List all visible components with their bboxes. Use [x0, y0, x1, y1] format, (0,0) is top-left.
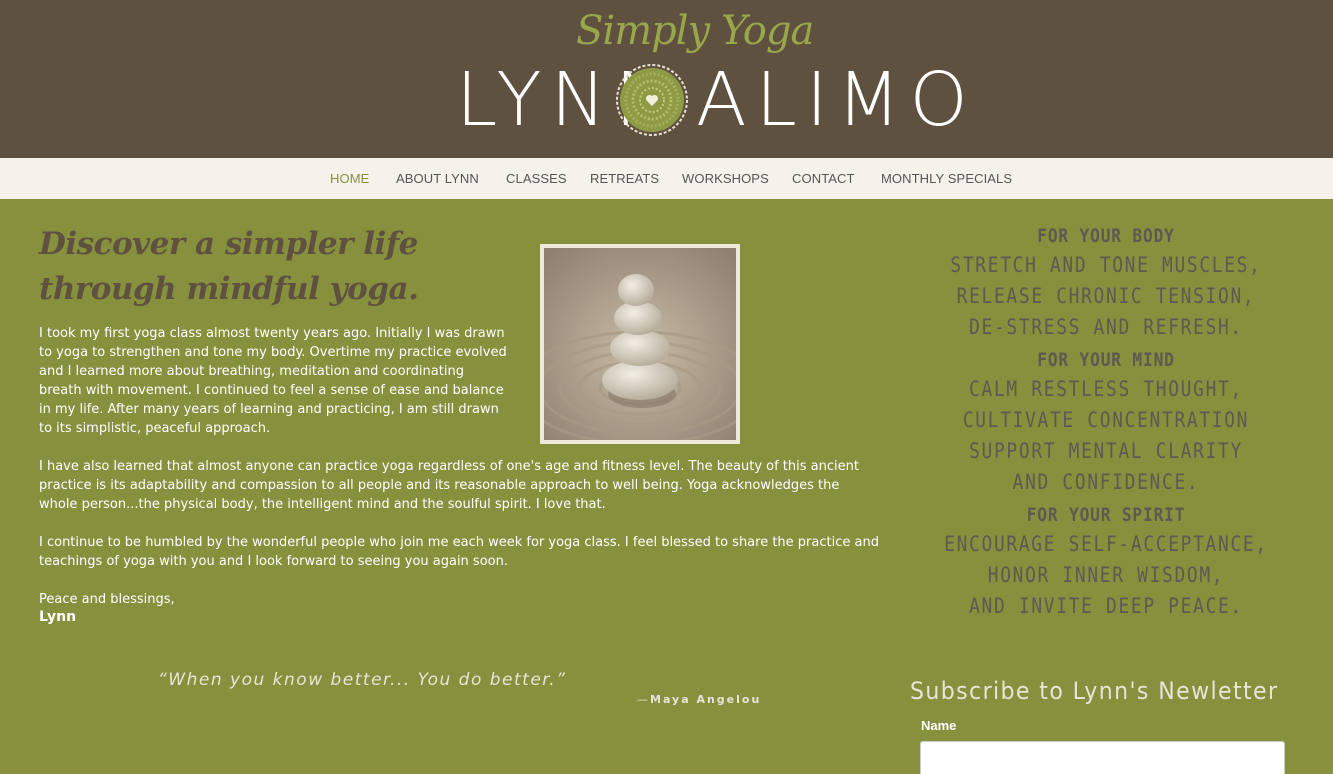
quote-dash: — — [637, 693, 650, 706]
featured-quote: “When you know better... You do better.” — [158, 670, 567, 690]
benefit-line: CULTIVATE CONCENTRATION — [962, 408, 1250, 432]
nav-monthly-specials[interactable]: MONTHLY SPECIALS — [881, 171, 1012, 186]
signature-name: Lynn — [39, 609, 77, 625]
nav-about-lynn[interactable]: ABOUT LYNN — [396, 171, 479, 186]
heart-mandala-icon[interactable] — [615, 63, 689, 137]
intro-paragraph-2: I have also learned that almost anyone c… — [39, 459, 859, 512]
quote-attribution: —Maya Angelou — [637, 693, 761, 706]
intro-paragraph-1: I took my first yoga class almost twenty… — [39, 326, 507, 436]
name-field-label: Name — [921, 718, 957, 733]
site-header: Simply Yoga LYNN ALIMO — [0, 0, 1333, 158]
zen-stones-illustration — [544, 248, 736, 440]
intro-paragraph-3: I continue to be humbled by the wonderfu… — [39, 535, 879, 569]
nav-retreats[interactable]: RETREATS — [590, 171, 659, 186]
nav-contact[interactable]: CONTACT — [792, 171, 855, 186]
benefit-section-spirit: FOR YOUR SPIRIT ENCOURAGE SELF-ACCEPTANC… — [908, 501, 1304, 622]
benefit-heading: FOR YOUR BODY — [1037, 225, 1175, 247]
nav-workshops[interactable]: WORKSHOPS — [682, 171, 769, 186]
benefit-line: RELEASE CHRONIC TENSION, — [956, 284, 1256, 308]
newsletter-title: Subscribe to Lynn's Newletter — [910, 677, 1279, 705]
benefit-line: ENCOURAGE SELF-ACCEPTANCE, — [944, 532, 1268, 556]
main-nav: HOME ABOUT LYNN CLASSES RETREATS WORKSHO… — [0, 158, 1333, 199]
benefit-line: DE-STRESS AND REFRESH. — [969, 315, 1243, 339]
zen-stones-image — [540, 244, 740, 444]
closing-line: Peace and blessings, — [39, 592, 175, 607]
benefit-line: AND INVITE DEEP PEACE. — [969, 594, 1243, 618]
name-field[interactable] — [920, 741, 1285, 774]
logo-script-text[interactable]: Simply Yoga — [576, 8, 814, 54]
nav-classes[interactable]: CLASSES — [506, 171, 567, 186]
benefit-heading: FOR YOUR SPIRIT — [1026, 504, 1186, 526]
page-headline: Discover a simpler life through mindful … — [39, 226, 419, 307]
benefit-section-body: FOR YOUR BODY STRETCH AND TONE MUSCLES, … — [908, 222, 1304, 343]
benefit-line: CALM RESTLESS THOUGHT, — [969, 377, 1243, 401]
logo-name-right[interactable]: ALIMO — [696, 60, 977, 140]
benefit-line: HONOR INNER WISDOM, — [987, 563, 1225, 587]
benefit-section-mind: FOR YOUR MIND CALM RESTLESS THOUGHT, CUL… — [908, 346, 1304, 498]
benefits-list: FOR YOUR BODY STRETCH AND TONE MUSCLES, … — [908, 222, 1304, 625]
quote-author-name: Maya Angelou — [650, 693, 762, 706]
benefit-line: AND CONFIDENCE. — [1012, 470, 1200, 494]
benefit-line: STRETCH AND TONE MUSCLES, — [950, 253, 1262, 277]
nav-home[interactable]: HOME — [330, 171, 369, 186]
benefit-line: SUPPORT MENTAL CLARITY — [969, 439, 1243, 463]
benefit-heading: FOR YOUR MIND — [1037, 349, 1175, 371]
